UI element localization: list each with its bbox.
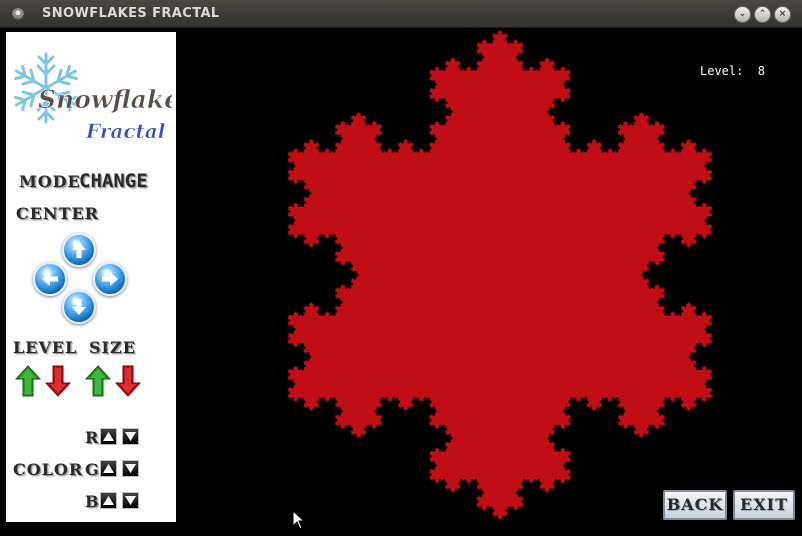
- arrow-left-icon: [42, 272, 58, 286]
- triangle-up-icon: [103, 464, 114, 473]
- size-down-button[interactable]: [114, 365, 142, 397]
- center-left-button[interactable]: [33, 262, 67, 296]
- close-icon[interactable]: ×: [774, 6, 791, 23]
- triangle-down-icon: [125, 432, 136, 441]
- center-down-button[interactable]: [62, 290, 96, 324]
- center-up-button[interactable]: [62, 233, 96, 267]
- triangle-up-icon: [103, 432, 114, 441]
- logo-subtitle: Fractal: [85, 119, 166, 143]
- arrow-down-icon: [44, 365, 72, 397]
- window-titlebar: SNOWFLAKES FRACTAL ⌄ ⌃ ×: [0, 0, 802, 28]
- koch-snowflake-shape: [287, 30, 713, 520]
- red-channel-label: R: [85, 428, 100, 447]
- logo-title: Snowflakes: [38, 85, 172, 114]
- blue-increase-button[interactable]: [100, 492, 117, 509]
- arrow-down-icon: [72, 299, 86, 315]
- fractal-canvas[interactable]: [176, 28, 802, 532]
- red-increase-button[interactable]: [100, 428, 117, 445]
- window-title: SNOWFLAKES FRACTAL: [42, 6, 220, 21]
- red-decrease-button[interactable]: [122, 428, 139, 445]
- window-menu-icon[interactable]: [12, 8, 24, 20]
- triangle-up-icon: [103, 496, 114, 505]
- koch-snowflake: [287, 30, 713, 520]
- back-button[interactable]: BACK: [663, 490, 727, 520]
- green-channel-label: G: [85, 460, 100, 479]
- triangle-down-icon: [125, 464, 136, 473]
- arrow-down-icon: [114, 365, 142, 397]
- mode-label: MODE: [19, 172, 81, 191]
- maximize-icon[interactable]: ⌃: [754, 6, 771, 23]
- center-right-button[interactable]: [93, 262, 127, 296]
- green-decrease-button[interactable]: [122, 460, 139, 477]
- blue-decrease-button[interactable]: [122, 492, 139, 509]
- minimize-icon[interactable]: ⌄: [734, 6, 751, 23]
- size-up-button[interactable]: [84, 365, 112, 397]
- arrow-up-icon: [84, 365, 112, 397]
- level-down-button[interactable]: [44, 365, 72, 397]
- level-label: LEVEL: [13, 338, 78, 357]
- blue-channel-label: B: [85, 492, 100, 511]
- exit-button[interactable]: EXIT: [733, 490, 795, 520]
- triangle-down-icon: [125, 496, 136, 505]
- mouse-cursor-icon: [292, 510, 306, 530]
- level-indicator: Level: 8: [700, 64, 766, 78]
- level-up-button[interactable]: [14, 365, 42, 397]
- arrow-up-icon: [72, 242, 86, 258]
- green-increase-button[interactable]: [100, 460, 117, 477]
- snowflakes-logo: Snowflakes Fractal: [8, 50, 194, 150]
- arrow-right-icon: [102, 272, 118, 286]
- arrow-up-icon: [14, 365, 42, 397]
- center-label: CENTER: [16, 204, 99, 223]
- control-panel: Snowflakes Fractal MODE CHANGE CENTER LE…: [6, 32, 194, 522]
- size-label: SIZE: [89, 338, 136, 357]
- mode-change-button[interactable]: CHANGE: [79, 170, 148, 192]
- color-label: COLOR: [13, 460, 84, 479]
